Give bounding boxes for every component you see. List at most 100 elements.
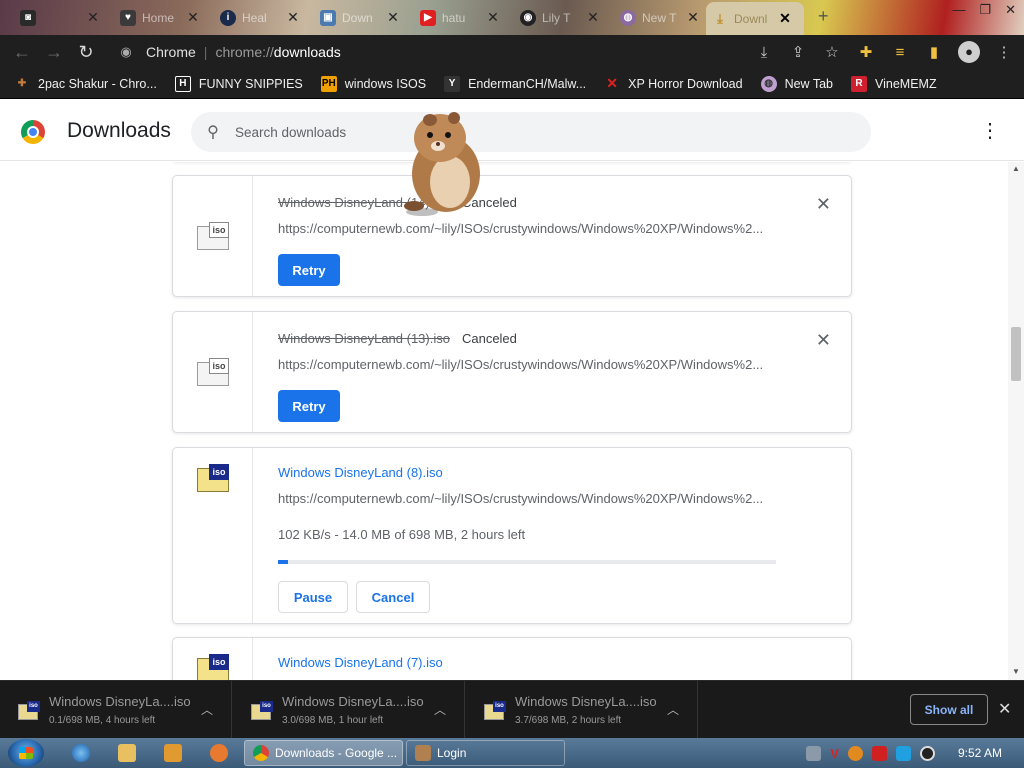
- cancel-button[interactable]: Cancel: [356, 581, 430, 613]
- url-path: downloads: [273, 44, 341, 60]
- close-icon[interactable]: ✕: [386, 9, 400, 26]
- bookmark-new-tab[interactable]: ◍ New Tab: [760, 75, 833, 92]
- maximize-icon[interactable]: ❐: [979, 2, 991, 18]
- tab-title: New T: [642, 10, 677, 25]
- tab-title: Lily T: [542, 10, 571, 25]
- chevron-up-icon[interactable]: ︿: [667, 701, 679, 718]
- progress-text: 102 KB/s - 14.0 MB of 698 MB, 2 hours le…: [278, 527, 526, 542]
- bookmark-windows-isos[interactable]: PH windows ISOS: [320, 75, 426, 92]
- tab-downloads[interactable]: ⤓ Downl ✕: [706, 2, 804, 35]
- file-name-link[interactable]: Windows DisneyLand (7).iso: [278, 655, 443, 670]
- share-icon[interactable]: ⇪: [788, 43, 808, 61]
- tab-youtube[interactable]: ▶ hatu ✕: [414, 4, 506, 31]
- iso-file-icon: iso: [197, 222, 229, 250]
- bookmark-endermanch[interactable]: Y EndermanCH/Malw...: [444, 75, 586, 92]
- bookmark-label: New Tab: [784, 76, 833, 91]
- close-icon[interactable]: ✕: [586, 9, 600, 26]
- bookmark-label: 2pac Shakur - Chro...: [38, 76, 157, 91]
- shelf-download-item[interactable]: iso Windows DisneyLa....iso 0.1/698 MB, …: [0, 681, 232, 739]
- back-arrow-icon[interactable]: ←: [6, 42, 38, 63]
- hamster-desktop-pet-icon[interactable]: [400, 108, 492, 216]
- divider: |: [203, 44, 208, 60]
- new-tab-button[interactable]: +: [818, 6, 829, 27]
- show-all-button[interactable]: Show all: [910, 694, 988, 725]
- bookmark-vinememz[interactable]: R VineMEMZ: [851, 75, 937, 92]
- system-clock: 9:52 AM: [957, 746, 1002, 760]
- extensions-puzzle-icon[interactable]: ✚: [856, 43, 876, 61]
- iso-file-icon: iso: [197, 464, 229, 492]
- file-explorer-folder-icon[interactable]: [118, 744, 136, 762]
- puzzle-piece-icon: ✚: [17, 78, 27, 89]
- remove-close-icon[interactable]: ✕: [816, 195, 831, 213]
- close-icon[interactable]: ✕: [778, 10, 792, 27]
- more-actions-icon[interactable]: ⋮: [980, 121, 1000, 141]
- close-icon[interactable]: ✕: [486, 9, 500, 26]
- close-icon[interactable]: ✕: [686, 9, 700, 26]
- page-title: Downloads: [67, 119, 171, 142]
- start-button-icon[interactable]: [8, 739, 44, 767]
- profile-avatar-icon[interactable]: ●: [958, 41, 980, 63]
- close-window-icon[interactable]: ✕: [1005, 2, 1016, 18]
- star-icon[interactable]: ☆: [822, 43, 842, 61]
- shelf-download-item[interactable]: iso Windows DisneyLa....iso 3.7/698 MB, …: [466, 681, 698, 739]
- address-bar[interactable]: ◉ Chrome | chrome:// downloads: [106, 39, 846, 65]
- side-panel-icon[interactable]: ▮: [924, 43, 944, 61]
- file-name-link[interactable]: Windows DisneyLand (8).iso: [278, 465, 443, 480]
- retry-button[interactable]: Retry: [278, 390, 340, 422]
- chrome-icon: ◉: [120, 44, 132, 59]
- bookmark-funny-snippies[interactable]: H FUNNY SNIPPIES: [174, 75, 303, 92]
- minimize-icon[interactable]: —: [952, 2, 965, 18]
- taskbar-button-login[interactable]: Login: [406, 740, 565, 766]
- more-menu-icon[interactable]: ⋮: [994, 43, 1014, 61]
- info-circle-icon: i: [220, 9, 236, 26]
- search-bar[interactable]: ⚲: [191, 112, 871, 152]
- taskbar-button-chrome[interactable]: Downloads - Google ...: [244, 740, 403, 766]
- scrollbar-thumb[interactable]: [1011, 327, 1021, 381]
- bookmark-2pac[interactable]: ✚ 2pac Shakur - Chro...: [14, 76, 157, 92]
- volume-icon[interactable]: [919, 745, 935, 761]
- chevron-up-icon[interactable]: ︿: [434, 701, 446, 718]
- display-icon[interactable]: [895, 745, 911, 761]
- remove-close-icon[interactable]: ✕: [816, 331, 831, 349]
- antivirus-v-icon[interactable]: V: [830, 746, 839, 761]
- tab-newtab[interactable]: ◍ New T ✕: [614, 4, 706, 31]
- window-controls: — ❐ ✕: [952, 2, 1016, 18]
- pause-button[interactable]: Pause: [278, 581, 348, 613]
- chevron-up-icon[interactable]: ︿: [201, 701, 213, 718]
- tab-lily[interactable]: ◉ Lily T ✕: [514, 4, 606, 31]
- tab-heal[interactable]: i Heal ✕: [214, 4, 306, 31]
- close-icon[interactable]: ✕: [186, 9, 200, 26]
- r-logo-icon: R: [851, 75, 867, 92]
- tab-title: Down: [342, 10, 373, 25]
- tab-home[interactable]: ♥ Home ✕: [114, 4, 206, 31]
- close-icon[interactable]: ✕: [86, 9, 100, 26]
- login-app-icon: [415, 745, 431, 761]
- reload-icon[interactable]: ↻: [70, 42, 102, 63]
- tab-ddd[interactable]: ◙ ✕: [14, 4, 106, 31]
- search-input[interactable]: [235, 124, 795, 140]
- search-tray-icon[interactable]: [847, 745, 863, 761]
- retry-button[interactable]: Retry: [278, 254, 340, 286]
- flag-icon[interactable]: [871, 745, 887, 761]
- browser-toolbar: ← → ↻ ◉ Chrome | chrome:// downloads ⤓ ⇪…: [0, 35, 1024, 69]
- globe-icon: ◍: [760, 75, 777, 92]
- close-icon[interactable]: ✕: [286, 9, 300, 26]
- tab-down[interactable]: ▣ Down ✕: [314, 4, 406, 31]
- vertical-scrollbar[interactable]: ▲ ▼: [1008, 162, 1024, 680]
- network-icon[interactable]: [806, 745, 822, 761]
- close-shelf-icon[interactable]: ✕: [998, 699, 1011, 719]
- url-scheme: chrome://: [215, 44, 274, 60]
- scroll-down-arrow-icon[interactable]: ▼: [1012, 667, 1020, 676]
- bookmark-xp-horror[interactable]: ✕ XP Horror Download: [604, 75, 742, 92]
- forward-arrow-icon[interactable]: →: [38, 42, 70, 63]
- windows-taskbar: Downloads - Google ... Login V 9:52 AM: [0, 738, 1024, 768]
- file-url: https://computernewb.com/~lily/ISOs/crus…: [278, 221, 764, 236]
- paint-palette-icon[interactable]: [210, 744, 228, 762]
- internet-explorer-icon[interactable]: [72, 744, 90, 762]
- download-icon[interactable]: ⤓: [754, 44, 774, 61]
- shelf-file-name: Windows DisneyLa....iso: [515, 694, 657, 709]
- media-queue-icon[interactable]: ≡: [890, 44, 910, 61]
- scroll-up-arrow-icon[interactable]: ▲: [1012, 164, 1020, 173]
- media-player-icon[interactable]: [164, 744, 182, 762]
- shelf-download-item[interactable]: iso Windows DisneyLa....iso 3.0/698 MB, …: [233, 681, 465, 739]
